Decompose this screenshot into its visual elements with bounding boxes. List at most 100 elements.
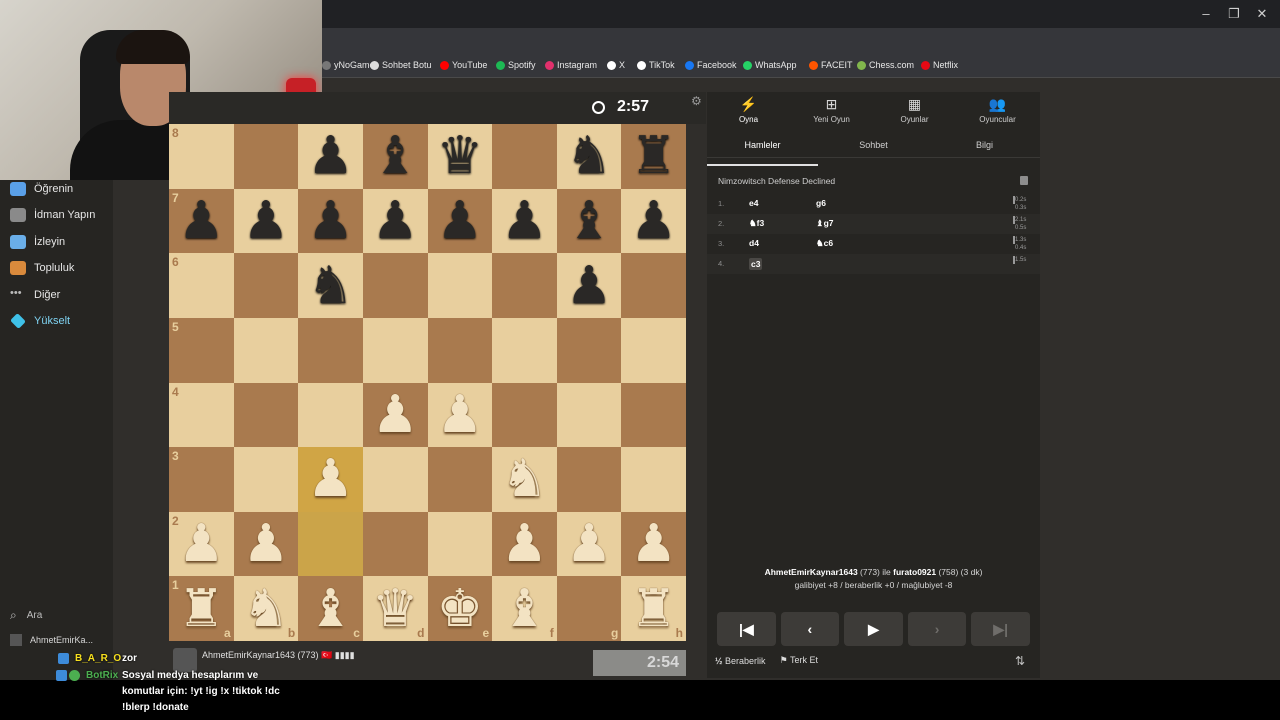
- nav-item-learn[interactable]: Öğrenin: [10, 182, 73, 196]
- square-g7[interactable]: ♝: [556, 188, 622, 254]
- previous-move-button[interactable]: ‹: [780, 612, 840, 646]
- white-knight-piece[interactable]: ♞: [492, 447, 557, 512]
- square-a8[interactable]: 8: [169, 124, 234, 189]
- square-b7[interactable]: ♟: [233, 188, 299, 254]
- square-g2[interactable]: ♟: [556, 511, 622, 577]
- square-d2[interactable]: [362, 511, 428, 577]
- square-d1[interactable]: d ♛: [362, 576, 428, 641]
- black-knight-piece[interactable]: ♞: [298, 253, 363, 318]
- square-c3[interactable]: ♟: [298, 447, 363, 512]
- square-f3[interactable]: ♞: [492, 447, 557, 512]
- subtab-moves[interactable]: Hamleler: [707, 140, 818, 150]
- square-f6[interactable]: [492, 253, 557, 318]
- square-e2[interactable]: [427, 511, 493, 577]
- square-c5[interactable]: [298, 317, 363, 383]
- bookmark-youtube[interactable]: YouTube: [440, 60, 487, 70]
- square-c7[interactable]: ♟: [298, 188, 363, 254]
- white-move[interactable]: e4: [749, 198, 758, 208]
- white-pawn-piece[interactable]: ♟: [621, 512, 686, 577]
- square-a4[interactable]: 4: [169, 382, 234, 448]
- black-move[interactable]: ♝g7: [816, 218, 834, 229]
- black-queen-piece[interactable]: ♛: [428, 124, 493, 189]
- square-e3[interactable]: [427, 447, 493, 512]
- square-h1[interactable]: h ♜: [621, 576, 686, 641]
- nav-item-upgrade[interactable]: Yükselt: [10, 313, 70, 329]
- white-bishop-piece[interactable]: ♝: [298, 576, 363, 641]
- square-b3[interactable]: [233, 447, 299, 512]
- black-pawn-piece[interactable]: ♟: [169, 189, 234, 254]
- white-knight-piece[interactable]: ♞: [234, 576, 299, 641]
- bookmark-whatsapp[interactable]: WhatsApp: [743, 60, 797, 70]
- square-g8[interactable]: ♞: [556, 124, 622, 189]
- black-pawn-piece[interactable]: ♟: [363, 189, 428, 254]
- white-queen-piece[interactable]: ♛: [363, 576, 428, 641]
- black-pawn-piece[interactable]: ♟: [298, 189, 363, 254]
- square-d7[interactable]: ♟: [362, 188, 428, 254]
- flip-board-icon[interactable]: ⇅: [1015, 654, 1025, 668]
- bookmark-sohbet-botu[interactable]: Sohbet Botu: [370, 60, 432, 70]
- nav-item-community[interactable]: Topluluk: [10, 261, 74, 275]
- square-h5[interactable]: [621, 317, 686, 383]
- tab-new-game[interactable]: ⊞ Yeni Oyun: [790, 96, 873, 124]
- black-move[interactable]: g6: [816, 198, 826, 208]
- black-bishop-piece[interactable]: ♝: [363, 124, 428, 189]
- square-b4[interactable]: [233, 382, 299, 448]
- square-c1[interactable]: c ♝: [298, 576, 363, 641]
- square-c8[interactable]: ♟: [298, 124, 363, 189]
- trash-icon[interactable]: [1020, 176, 1028, 185]
- square-h8[interactable]: ♜: [621, 124, 686, 189]
- result-player-1[interactable]: AhmetEmirKaynar1643: [765, 567, 858, 577]
- square-a7[interactable]: 7 ♟: [169, 188, 234, 254]
- nav-search[interactable]: ⌕ Ara: [10, 608, 42, 623]
- white-rook-piece[interactable]: ♜: [169, 576, 234, 641]
- square-g6[interactable]: ♟: [556, 253, 622, 318]
- square-b8[interactable]: [233, 124, 299, 189]
- white-pawn-piece[interactable]: ♟: [234, 512, 299, 577]
- bookmark-spotify[interactable]: Spotify: [496, 60, 536, 70]
- square-f4[interactable]: [492, 382, 557, 448]
- bookmark-faceit[interactable]: FACEIT: [809, 60, 853, 70]
- tab-play[interactable]: ⚡ Oyna: [707, 96, 790, 124]
- draw-button[interactable]: ½ Beraberlik: [715, 656, 766, 666]
- bookmark-tiktok[interactable]: TikTok: [637, 60, 675, 70]
- white-pawn-piece[interactable]: ♟: [492, 512, 557, 577]
- white-move[interactable]: d4: [749, 238, 759, 248]
- nav-item-train[interactable]: İdman Yapın: [10, 208, 95, 222]
- square-e5[interactable]: [427, 317, 493, 383]
- subtab-chat[interactable]: Sohbet: [818, 140, 929, 150]
- square-e1[interactable]: e ♚: [427, 576, 493, 641]
- first-move-button[interactable]: |◀: [717, 612, 776, 646]
- bookmark-chess-com[interactable]: Chess.com: [857, 60, 914, 70]
- square-f1[interactable]: f ♝: [492, 576, 557, 641]
- white-rook-piece[interactable]: ♜: [621, 576, 686, 641]
- square-a1[interactable]: 1 a ♜: [169, 576, 234, 641]
- white-move[interactable]: ♞f3: [749, 218, 764, 229]
- subtab-info[interactable]: Bilgi: [929, 140, 1040, 150]
- next-move-button[interactable]: ›: [907, 612, 967, 646]
- bookmark-x[interactable]: X: [607, 60, 625, 70]
- white-pawn-piece[interactable]: ♟: [363, 383, 428, 448]
- square-h3[interactable]: [621, 447, 686, 512]
- white-pawn-piece[interactable]: ♟: [557, 512, 622, 577]
- square-e7[interactable]: ♟: [427, 188, 493, 254]
- square-d8[interactable]: ♝: [362, 124, 428, 189]
- black-pawn-piece[interactable]: ♟: [428, 189, 493, 254]
- bookmark-instagram[interactable]: Instagram: [545, 60, 597, 70]
- square-d5[interactable]: [362, 317, 428, 383]
- white-pawn-piece[interactable]: ♟: [169, 512, 234, 577]
- black-move[interactable]: ♞c6: [816, 238, 833, 249]
- square-f5[interactable]: [492, 317, 557, 383]
- square-b5[interactable]: [233, 317, 299, 383]
- square-f7[interactable]: ♟: [492, 188, 557, 254]
- gear-icon[interactable]: ⚙: [691, 94, 702, 108]
- square-e8[interactable]: ♛: [427, 124, 493, 189]
- black-pawn-piece[interactable]: ♟: [234, 189, 299, 254]
- white-bishop-piece[interactable]: ♝: [492, 576, 557, 641]
- square-f2[interactable]: ♟: [492, 511, 557, 577]
- square-c2[interactable]: [298, 511, 363, 577]
- square-f8[interactable]: [492, 124, 557, 189]
- square-g4[interactable]: [556, 382, 622, 448]
- black-bishop-piece[interactable]: ♝: [557, 189, 622, 254]
- bookmark-ynogame[interactable]: yNoGame: [322, 60, 375, 70]
- black-pawn-piece[interactable]: ♟: [492, 189, 557, 254]
